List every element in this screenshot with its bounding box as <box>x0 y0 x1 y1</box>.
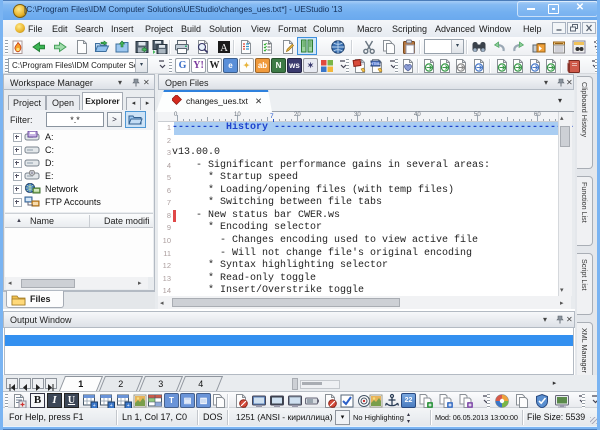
svg-text:A: A <box>220 43 228 54</box>
svg-text:HTML: HTML <box>370 62 380 66</box>
